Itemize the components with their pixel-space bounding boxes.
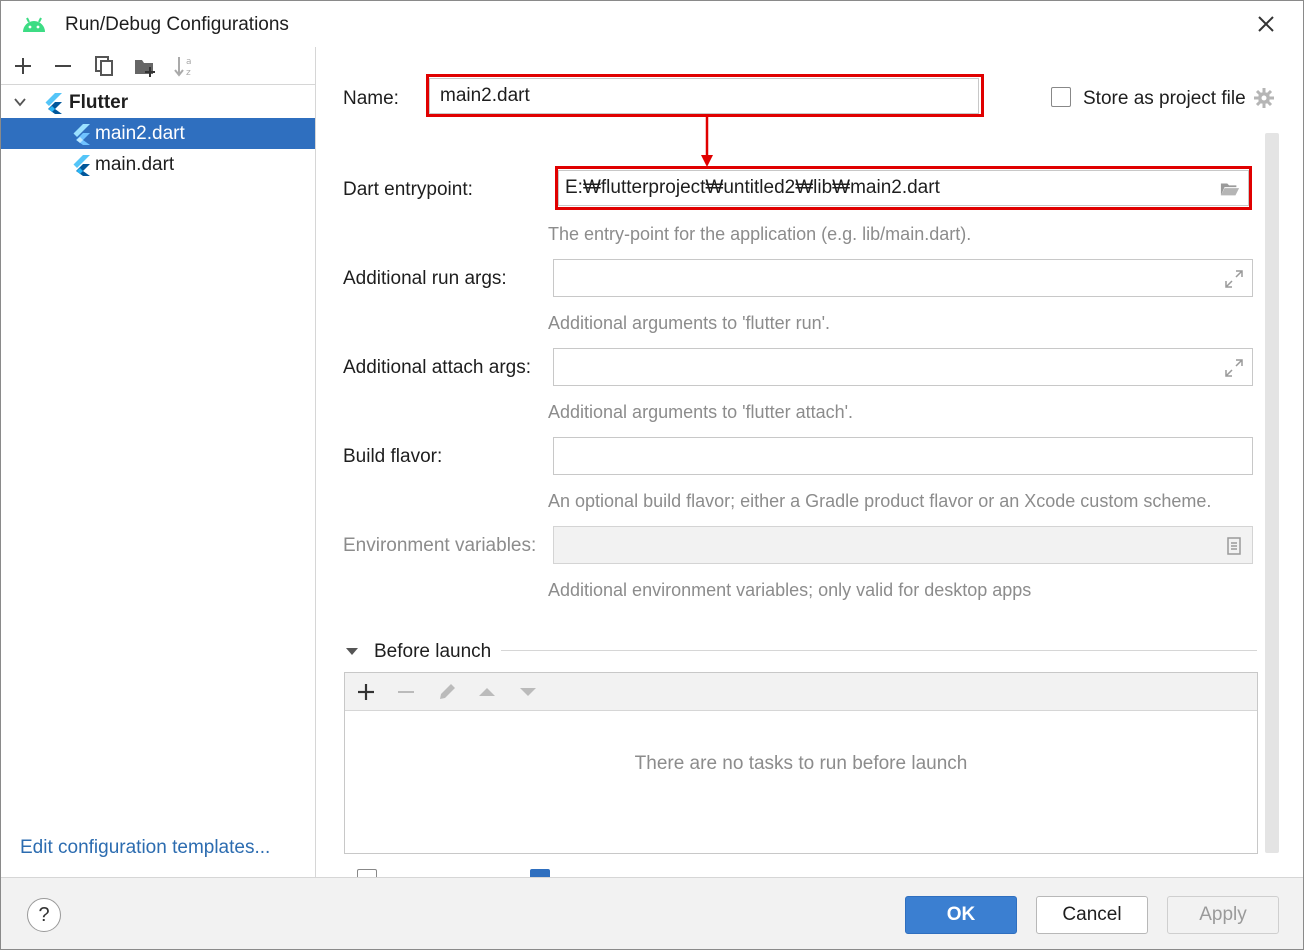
help-button[interactable]: ? (27, 898, 61, 932)
chevron-down-icon[interactable] (13, 95, 27, 109)
android-icon (23, 17, 45, 32)
tree-group-flutter[interactable]: Flutter (1, 87, 315, 118)
build-flavor-hint: An optional build flavor; either a Gradl… (548, 491, 1212, 511)
build-flavor-field[interactable] (553, 437, 1253, 475)
run-args-field[interactable] (553, 259, 1253, 297)
tree-item-label: main2.dart (95, 122, 185, 144)
expand-icon[interactable] (1224, 269, 1244, 289)
flutter-icon (73, 123, 90, 145)
remove-task-button[interactable] (393, 679, 419, 705)
edit-icon (440, 684, 455, 699)
attach-args-label: Additional attach args: (343, 357, 532, 378)
add-icon (358, 684, 374, 700)
configuration-form: Name: main2.dart Store as project file D… (317, 47, 1303, 889)
title-bar: Run/Debug Configurations (1, 1, 1303, 47)
dart-entrypoint-hint: The entry-point for the application (e.g… (548, 224, 972, 244)
dart-entrypoint-label: Dart entrypoint: (343, 179, 473, 200)
window-title: Run/Debug Configurations (65, 14, 289, 35)
env-vars-hint: Additional environment variables; only v… (548, 580, 1032, 600)
tree-group-label: Flutter (69, 91, 129, 113)
run-debug-configurations-dialog: Run/Debug Configurations az Flutter main… (0, 0, 1304, 950)
tree-item-main2-dart[interactable]: main2.dart (1, 118, 315, 149)
flutter-icon (45, 92, 62, 114)
env-vars-field[interactable] (553, 526, 1253, 564)
edit-configuration-templates-link[interactable]: Edit configuration templates... (20, 837, 270, 859)
ok-button[interactable]: OK (905, 896, 1017, 934)
env-vars-label: Environment variables: (343, 535, 537, 556)
remove-configuration-button[interactable] (50, 53, 76, 79)
scrollbar[interactable] (1265, 133, 1279, 853)
name-label: Name: (343, 88, 399, 109)
add-icon (15, 58, 31, 74)
remove-icon (398, 691, 414, 693)
run-args-hint: Additional arguments to 'flutter run'. (548, 313, 831, 333)
section-divider (501, 650, 1257, 651)
before-launch-empty-text: There are no tasks to run before launch (634, 753, 968, 774)
close-icon[interactable] (1253, 11, 1279, 37)
attach-args-hint: Additional arguments to 'flutter attach'… (548, 402, 854, 422)
new-folder-icon (135, 60, 155, 77)
attach-args-field[interactable] (553, 348, 1253, 386)
gear-icon[interactable] (1253, 87, 1275, 109)
expand-icon[interactable] (1224, 358, 1244, 378)
move-up-icon (479, 688, 495, 696)
run-args-label: Additional run args: (343, 268, 507, 289)
configurations-sidebar: az Flutter main2.dart main.dart Edit con… (1, 47, 316, 877)
dialog-footer: ? OK Cancel Apply (1, 877, 1303, 949)
new-folder-button[interactable] (132, 53, 158, 79)
before-launch-panel: There are no tasks to run before launch (344, 672, 1258, 854)
store-as-project-file-checkbox[interactable] (1051, 87, 1071, 107)
name-value: main2.dart (440, 85, 530, 106)
remove-icon (55, 65, 71, 67)
sort-icon: az (174, 57, 192, 78)
dart-entrypoint-value: E:₩flutterproject₩untitled2₩lib₩main2.da… (565, 177, 940, 198)
tree-item-label: main.dart (95, 153, 175, 175)
svg-text:a: a (186, 57, 192, 67)
apply-button[interactable]: Apply (1167, 896, 1279, 934)
move-up-task-button[interactable] (474, 679, 500, 705)
move-down-icon (520, 688, 536, 696)
tree-item-main-dart[interactable]: main.dart (1, 149, 315, 180)
store-as-project-file-label[interactable]: Store as project file (1083, 88, 1246, 110)
before-launch-header[interactable]: Before launch (343, 637, 491, 667)
folder-open-icon[interactable] (1220, 179, 1240, 199)
add-configuration-button[interactable] (10, 53, 36, 79)
sidebar-toolbar: az (1, 47, 316, 85)
before-launch-title: Before launch (374, 641, 492, 662)
triangle-down-icon[interactable] (343, 643, 361, 661)
annotation-arrow (701, 117, 713, 167)
add-task-button[interactable] (353, 679, 379, 705)
flutter-icon (73, 154, 90, 176)
configuration-tree: Flutter main2.dart main.dart (1, 87, 315, 180)
sort-configurations-button[interactable]: az (172, 53, 198, 79)
edit-task-button[interactable] (434, 679, 460, 705)
document-icon[interactable] (1224, 536, 1244, 556)
before-launch-toolbar (345, 673, 1257, 711)
copy-configuration-button[interactable] (91, 53, 117, 79)
name-field[interactable]: main2.dart (429, 78, 979, 114)
build-flavor-label: Build flavor: (343, 446, 443, 467)
move-down-task-button[interactable] (515, 679, 541, 705)
cancel-button[interactable]: Cancel (1036, 896, 1148, 934)
svg-text:z: z (186, 68, 191, 78)
copy-icon (95, 56, 113, 76)
dart-entrypoint-field[interactable]: E:₩flutterproject₩untitled2₩lib₩main2.da… (558, 170, 1249, 206)
